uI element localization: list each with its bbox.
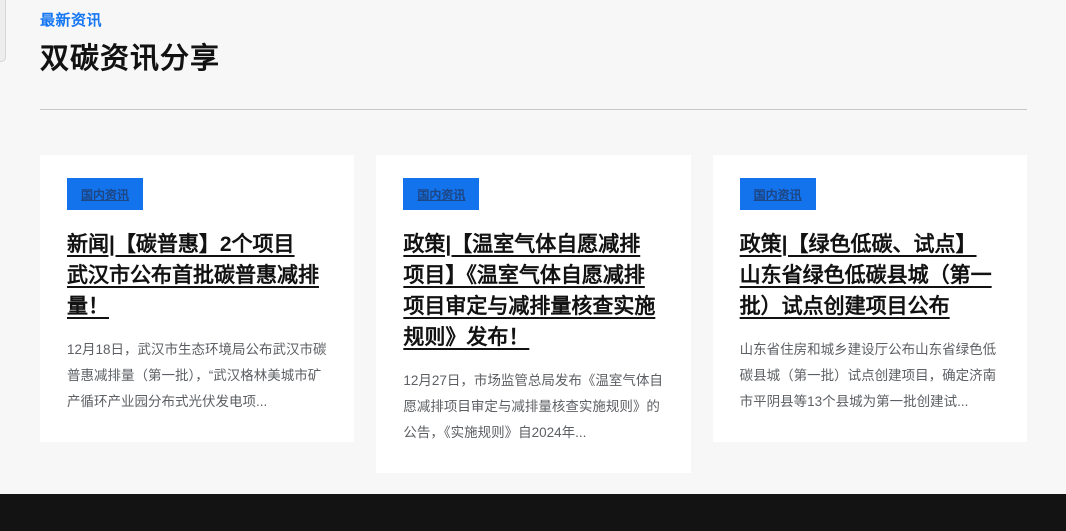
scrollbar-remnant bbox=[0, 0, 6, 62]
news-card: 国内资讯 新闻|【碳普惠】2个项目 武汉市公布首批碳普惠减排 量！ 12月18日… bbox=[40, 155, 354, 442]
category-badge[interactable]: 国内资讯 bbox=[403, 178, 479, 210]
article-title-link[interactable]: 政策|【绿色低碳、试点】 山东省绿色低碳县城（第一 批）试点创建项目公布 bbox=[740, 229, 1000, 322]
news-card-list: 国内资讯 新闻|【碳普惠】2个项目 武汉市公布首批碳普惠减排 量！ 12月18日… bbox=[40, 155, 1027, 473]
footer-bar bbox=[0, 494, 1066, 531]
page-title: 双碳资讯分享 bbox=[40, 35, 1027, 77]
article-excerpt: 12月18日，武汉市生态环境局公布武汉市碳普惠减排量（第一批），“武汉格林美城市… bbox=[67, 337, 327, 415]
news-card: 国内资讯 政策|【温室气体自愿减排 项目】《温室气体自愿减排 项目审定与减排量核… bbox=[376, 155, 690, 473]
section-eyebrow: 最新资讯 bbox=[40, 9, 1027, 30]
article-title-link[interactable]: 新闻|【碳普惠】2个项目 武汉市公布首批碳普惠减排 量！ bbox=[67, 229, 327, 322]
category-badge[interactable]: 国内资讯 bbox=[67, 178, 143, 210]
news-section: 最新资讯 双碳资讯分享 国内资讯 新闻|【碳普惠】2个项目 武汉市公布首批碳普惠… bbox=[0, 0, 1066, 473]
news-card: 国内资讯 政策|【绿色低碳、试点】 山东省绿色低碳县城（第一 批）试点创建项目公… bbox=[713, 155, 1027, 442]
article-excerpt: 山东省住房和城乡建设厅公布山东省绿色低碳县城（第一批）试点创建项目，确定济南市平… bbox=[740, 337, 1000, 415]
article-excerpt: 12月27日，市场监管总局发布《温室气体自愿减排项目审定与减排量核查实施规则》的… bbox=[403, 368, 663, 446]
section-divider bbox=[40, 109, 1027, 110]
article-title-link[interactable]: 政策|【温室气体自愿减排 项目】《温室气体自愿减排 项目审定与减排量核查实施 规… bbox=[403, 229, 663, 353]
category-badge[interactable]: 国内资讯 bbox=[740, 178, 816, 210]
